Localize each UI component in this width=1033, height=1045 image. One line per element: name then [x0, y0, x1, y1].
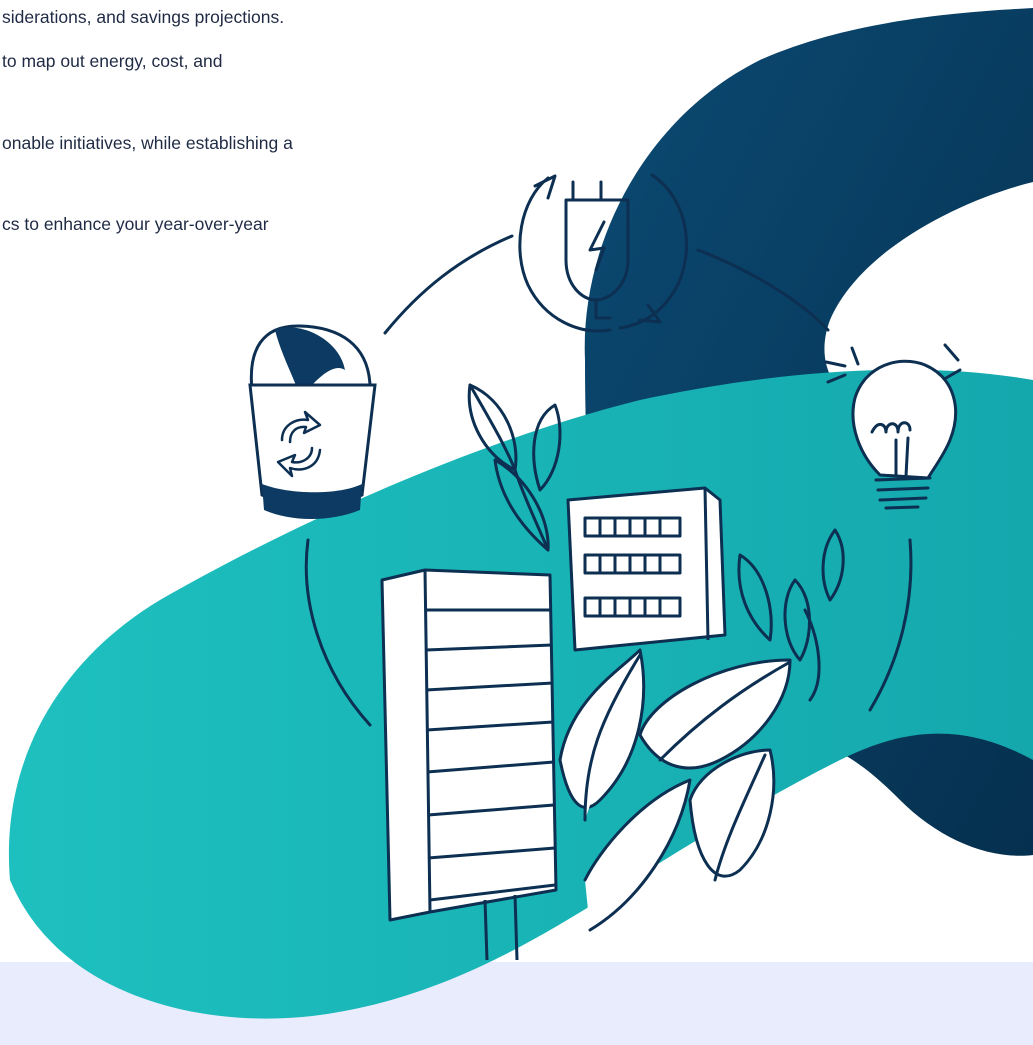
text-line-3: onable initiatives, while establishing a [2, 133, 293, 153]
recycle-bin-icon [248, 324, 377, 519]
building-short [566, 486, 727, 652]
text-line-1: siderations, and savings projections. [2, 7, 285, 27]
text-line-4: cs to enhance your year-over-year [2, 214, 269, 234]
text-line-2: to map out energy, cost, and [2, 51, 223, 71]
arc-left-top [383, 234, 514, 335]
sustainability-illustration [8, 8, 1033, 1019]
